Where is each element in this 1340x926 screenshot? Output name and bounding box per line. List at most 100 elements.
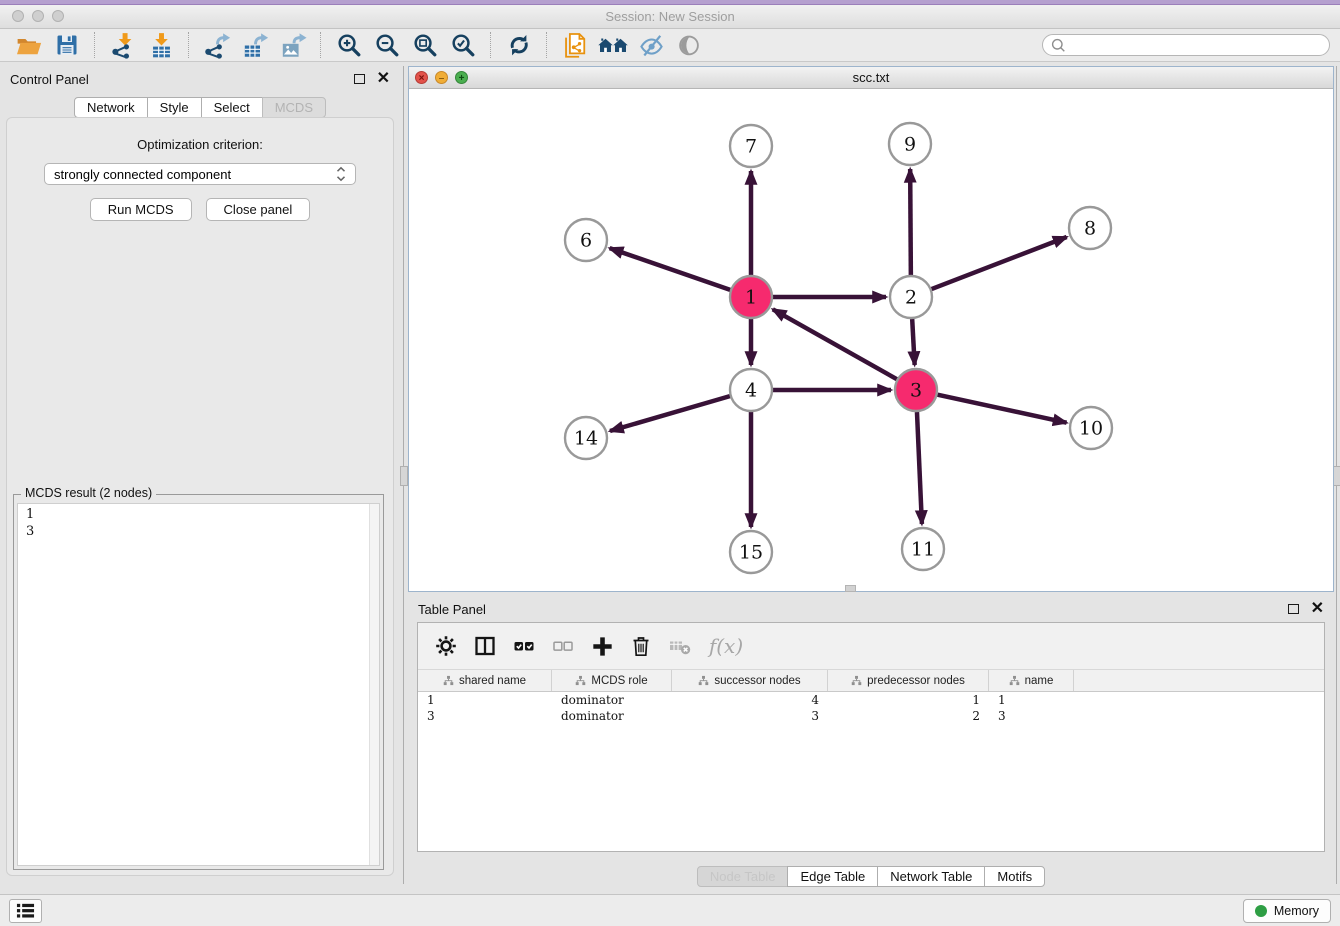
delete-column-button[interactable] bbox=[626, 631, 656, 661]
graph-edge-1-6[interactable] bbox=[610, 248, 731, 290]
export-image-button[interactable] bbox=[278, 30, 308, 60]
node-table-container: f(x) shared nameMCDS rolesuccessor nodes… bbox=[417, 622, 1325, 852]
import-table-button[interactable] bbox=[146, 30, 176, 60]
save-session-button[interactable] bbox=[52, 30, 82, 60]
export-network-button[interactable] bbox=[202, 30, 232, 60]
column-header-predecessor-nodes[interactable]: predecessor nodes bbox=[828, 670, 989, 691]
left-split-divider[interactable] bbox=[400, 66, 407, 884]
table-panel: Table Panel ✕ f(x) shared nameMCDS roles… bbox=[408, 596, 1334, 890]
refresh-icon bbox=[512, 35, 526, 55]
search-box[interactable] bbox=[1042, 34, 1330, 56]
cell-mcds-role: dominator bbox=[552, 708, 672, 724]
zoom-out-icon bbox=[378, 36, 397, 55]
import-table-icon bbox=[153, 33, 170, 57]
application-window: Session: New Session Control Panel bbox=[0, 0, 1340, 926]
search-input[interactable] bbox=[1072, 37, 1321, 53]
column-header-name[interactable]: name bbox=[989, 670, 1074, 691]
split-pane-icon bbox=[477, 638, 494, 654]
cell-shared-name: 1 bbox=[418, 692, 552, 708]
close-panel-button[interactable]: Close panel bbox=[206, 198, 311, 221]
tab-node-table[interactable]: Node Table bbox=[697, 866, 789, 887]
divider-grip[interactable] bbox=[1333, 466, 1340, 486]
graph-node-label-9: 9 bbox=[904, 134, 916, 156]
tab-network[interactable]: Network bbox=[74, 97, 148, 118]
tab-style[interactable]: Style bbox=[147, 97, 202, 118]
zoom-in-button[interactable] bbox=[334, 30, 364, 60]
control-panel-tabs: NetworkStyleSelectMCDS bbox=[0, 97, 400, 118]
graph-edge-4-14[interactable] bbox=[610, 396, 730, 431]
apply-function-button[interactable]: f(x) bbox=[704, 631, 748, 661]
column-header-shared-name[interactable]: shared name bbox=[418, 670, 552, 691]
floppy-disk-icon bbox=[58, 36, 77, 55]
delete-table-icon bbox=[670, 642, 690, 655]
graph-node-label-15: 15 bbox=[739, 542, 763, 564]
table-settings-button[interactable] bbox=[431, 631, 461, 661]
tab-motifs[interactable]: Motifs bbox=[984, 866, 1045, 887]
float-panel-icon[interactable] bbox=[1288, 604, 1299, 614]
refresh-view-button[interactable] bbox=[504, 30, 534, 60]
graph-node-label-1: 1 bbox=[745, 287, 757, 309]
main-toolbar bbox=[0, 29, 1340, 62]
hide-details-button[interactable] bbox=[636, 30, 666, 60]
deselect-all-columns-button[interactable] bbox=[548, 631, 578, 661]
mcds-result-title: MCDS result (2 nodes) bbox=[21, 486, 156, 500]
close-panel-icon[interactable]: ✕ bbox=[377, 73, 390, 85]
import-network-button[interactable] bbox=[108, 30, 138, 60]
cell-predecessor-nodes: 2 bbox=[828, 708, 989, 724]
network-graph-canvas[interactable]: 7968124314101511 bbox=[409, 88, 1333, 591]
export-table-button[interactable] bbox=[240, 30, 270, 60]
trash-icon bbox=[634, 638, 649, 655]
task-history-button[interactable] bbox=[9, 899, 42, 923]
graph-edge-3-11[interactable] bbox=[917, 412, 922, 524]
delete-table-button[interactable] bbox=[665, 631, 695, 661]
table-panel-title: Table Panel bbox=[418, 602, 486, 617]
zoom-selected-button[interactable] bbox=[448, 30, 478, 60]
show-details-button[interactable] bbox=[674, 30, 704, 60]
table-row[interactable]: 3dominator323 bbox=[418, 708, 1324, 724]
tab-edge-table[interactable]: Edge Table bbox=[787, 866, 878, 887]
graph-edge-3-1[interactable] bbox=[773, 309, 897, 379]
tab-select[interactable]: Select bbox=[201, 97, 263, 118]
criterion-dropdown[interactable]: strongly connected component bbox=[44, 163, 356, 185]
titlebar: Session: New Session bbox=[0, 5, 1340, 29]
toolbar-separator bbox=[490, 32, 492, 58]
mcds-result-area[interactable]: 1 3 bbox=[17, 503, 380, 866]
run-mcds-button[interactable]: Run MCDS bbox=[90, 198, 192, 221]
network-file-button[interactable] bbox=[560, 30, 590, 60]
eye-slash-icon bbox=[641, 35, 661, 55]
memory-button[interactable]: Memory bbox=[1243, 899, 1331, 923]
table-row[interactable]: 1dominator411 bbox=[418, 692, 1324, 708]
tab-network-table[interactable]: Network Table bbox=[877, 866, 985, 887]
zoom-out-button[interactable] bbox=[372, 30, 402, 60]
horizontal-split-grip[interactable] bbox=[845, 585, 856, 592]
network-window-title: scc.txt bbox=[409, 70, 1333, 85]
column-header-mcds-role[interactable]: MCDS role bbox=[552, 670, 672, 691]
split-table-view-button[interactable] bbox=[470, 631, 500, 661]
graph-edge-3-10[interactable] bbox=[937, 395, 1066, 423]
graph-edge-2-3[interactable] bbox=[912, 319, 914, 365]
divider-grip[interactable] bbox=[400, 466, 408, 486]
export-network-icon bbox=[205, 33, 230, 58]
close-panel-icon[interactable]: ✕ bbox=[1311, 603, 1324, 615]
table-panel-tabs: Node TableEdge TableNetwork TableMotifs bbox=[408, 866, 1334, 887]
cell-shared-name: 3 bbox=[418, 708, 552, 724]
graph-edge-2-9[interactable] bbox=[910, 169, 911, 275]
result-scrollbar[interactable] bbox=[369, 504, 379, 865]
graph-node-label-6: 6 bbox=[580, 230, 592, 252]
list-icon bbox=[17, 904, 34, 918]
home-button[interactable] bbox=[598, 30, 628, 60]
zoom-fit-button[interactable] bbox=[410, 30, 440, 60]
column-header-successor-nodes[interactable]: successor nodes bbox=[672, 670, 828, 691]
add-column-button[interactable] bbox=[587, 631, 617, 661]
network-window-titlebar[interactable]: scc.txt bbox=[409, 67, 1333, 89]
graph-node-label-14: 14 bbox=[574, 428, 598, 450]
criterion-dropdown-value: strongly connected component bbox=[54, 167, 231, 182]
sort-hierarchy-icon bbox=[1009, 675, 1020, 686]
select-all-columns-button[interactable] bbox=[509, 631, 539, 661]
tab-mcds[interactable]: MCDS bbox=[262, 97, 326, 118]
right-split-divider[interactable] bbox=[1333, 66, 1340, 884]
graph-edge-2-8[interactable] bbox=[932, 237, 1067, 289]
sort-hierarchy-icon bbox=[575, 675, 586, 686]
open-session-button[interactable] bbox=[14, 30, 44, 60]
float-panel-icon[interactable] bbox=[354, 74, 365, 84]
